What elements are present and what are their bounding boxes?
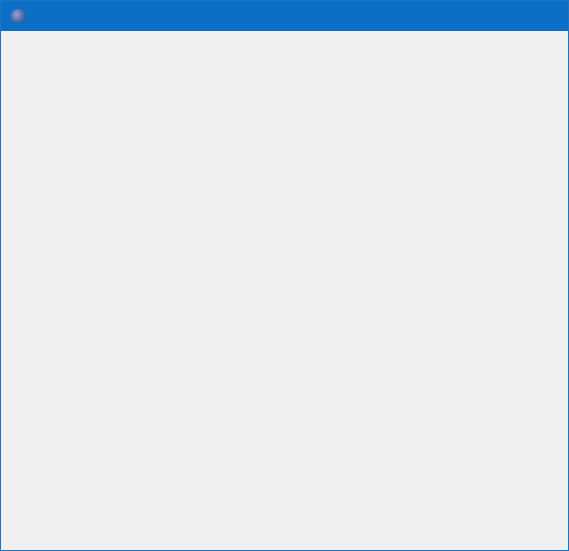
app-window: [0, 0, 569, 551]
minimize-button[interactable]: [476, 1, 522, 31]
title-bar: [1, 1, 568, 31]
app-logo-icon: [11, 9, 25, 23]
